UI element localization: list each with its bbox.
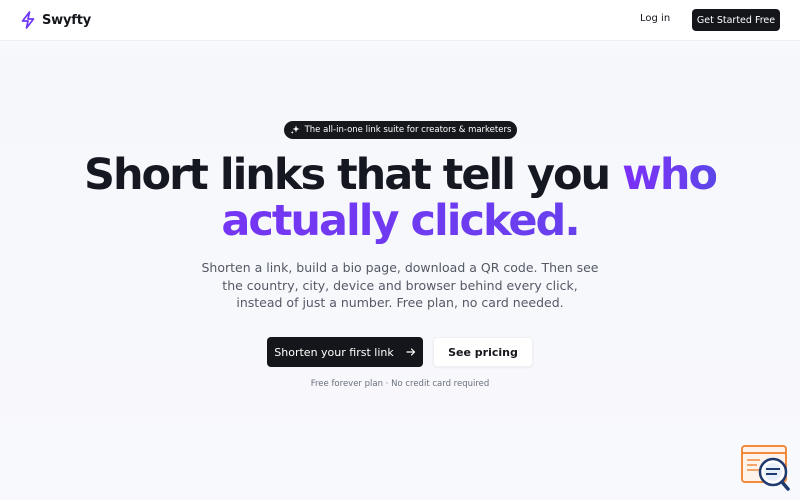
headline-line-1: Short links that tell you who [0,152,800,198]
hero-badge-text: The all-in-one link suite for creators &… [304,125,512,135]
sparkles-icon [290,125,300,134]
get-started-button[interactable]: Get Started Free [692,9,780,31]
arrow-right-icon [406,348,415,356]
headline-text-1: Short links that tell you [83,150,611,200]
hero-subtext: Shorten a link, build a bio page, downlo… [201,260,599,310]
chat-widget-button[interactable] [740,444,792,492]
hero-headline: Short links that tell you who actually c… [0,152,800,244]
chat-search-widget-icon [741,445,790,491]
hero-badge: The all-in-one link suite for creators &… [284,121,517,139]
headline-line-2: actually clicked. [0,198,800,244]
shorten-first-link-label: Shorten your first link [274,345,394,359]
headline-accent-1: who [622,150,718,200]
hero-fineprint: Free forever plan · No credit card requi… [310,379,490,389]
lightning-bolt-icon [21,11,35,29]
brand-logo-link[interactable]: Swyfty [20,11,91,29]
login-link[interactable]: Log in [640,13,670,24]
see-pricing-button[interactable]: See pricing [433,337,533,367]
top-navbar: Swyfty Log in Get Started Free [0,0,800,41]
brand-name: Swyfty [42,12,91,28]
shorten-first-link-button[interactable]: Shorten your first link [267,337,423,367]
